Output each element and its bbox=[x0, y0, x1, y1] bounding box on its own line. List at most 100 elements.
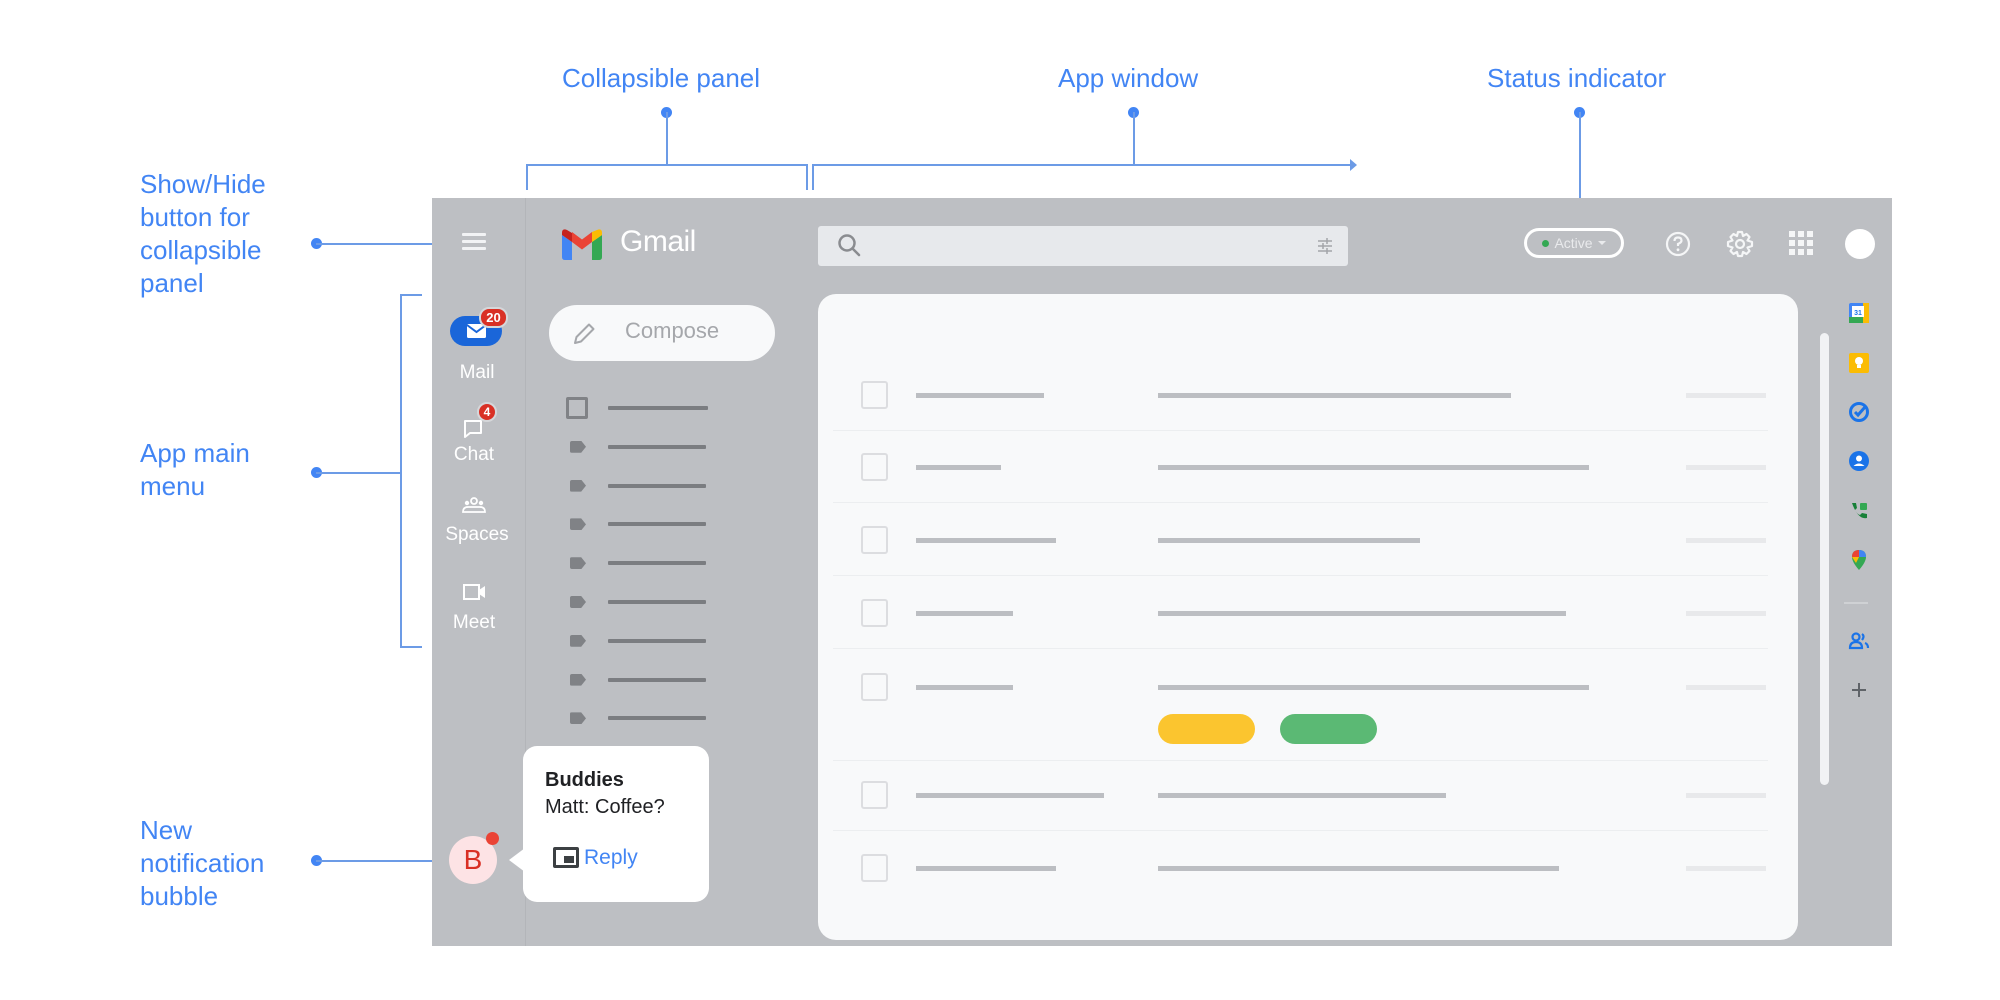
callout-line bbox=[316, 860, 442, 862]
rail-item-chat[interactable]: Chat bbox=[429, 444, 519, 466]
row-subject[interactable] bbox=[1158, 611, 1566, 616]
row-divider bbox=[833, 575, 1768, 576]
reply-button[interactable]: Reply bbox=[584, 846, 638, 870]
people-icon[interactable] bbox=[1848, 630, 1870, 652]
row-subject[interactable] bbox=[1158, 793, 1446, 798]
row-subject[interactable] bbox=[1158, 538, 1420, 543]
calendar-icon[interactable]: 31 bbox=[1848, 302, 1870, 324]
row-date bbox=[1686, 793, 1766, 798]
search-icon[interactable] bbox=[836, 232, 864, 260]
rail-item-mail[interactable]: Mail bbox=[432, 362, 522, 384]
search-input[interactable] bbox=[818, 226, 1348, 266]
nav-item[interactable] bbox=[608, 677, 706, 682]
filter-options-icon[interactable] bbox=[1318, 238, 1332, 254]
inbox-icon bbox=[566, 397, 588, 419]
label-chip[interactable] bbox=[1280, 714, 1377, 744]
row-checkbox[interactable] bbox=[861, 599, 888, 627]
callout-line bbox=[316, 472, 401, 474]
callout-line bbox=[666, 112, 668, 165]
notification-title: Buddies bbox=[545, 769, 624, 791]
nav-item[interactable] bbox=[608, 522, 706, 527]
compose-label: Compose bbox=[625, 318, 720, 343]
account-avatar[interactable] bbox=[1845, 229, 1875, 259]
bracket-main-menu bbox=[400, 294, 402, 648]
settings-gear-icon[interactable] bbox=[1725, 229, 1755, 259]
row-date bbox=[1686, 866, 1766, 871]
rail-item-meet[interactable]: Meet bbox=[429, 612, 519, 634]
maps-icon[interactable] bbox=[1848, 549, 1870, 571]
bracket-edge bbox=[526, 164, 528, 190]
nav-item[interactable] bbox=[608, 444, 706, 449]
svg-text:31: 31 bbox=[1854, 310, 1862, 317]
status-label: Active bbox=[1554, 235, 1593, 251]
callout-line bbox=[1133, 112, 1135, 165]
row-divider bbox=[833, 430, 1768, 431]
bracket-collapsible-panel bbox=[526, 164, 807, 166]
new-notification-dot bbox=[486, 832, 499, 845]
row-divider bbox=[833, 760, 1768, 761]
row-sender[interactable] bbox=[916, 793, 1104, 798]
mail-badge: 20 bbox=[479, 307, 508, 328]
google-apps-icon[interactable] bbox=[1789, 231, 1813, 255]
status-dot-icon bbox=[1542, 239, 1550, 247]
callout-line bbox=[316, 243, 442, 245]
row-checkbox[interactable] bbox=[861, 453, 888, 481]
callout-show-hide: Show/Hide button for collapsible panel bbox=[140, 169, 266, 298]
row-sender[interactable] bbox=[916, 866, 1056, 871]
bracket-edge bbox=[400, 646, 422, 648]
bracket-edge bbox=[812, 164, 814, 190]
callout-app-window: App window bbox=[1058, 63, 1199, 93]
app-name: Gmail bbox=[620, 225, 696, 258]
nav-item[interactable] bbox=[608, 406, 708, 410]
keep-icon[interactable] bbox=[1848, 352, 1870, 374]
chat-badge: 4 bbox=[477, 402, 497, 422]
row-sender[interactable] bbox=[916, 685, 1013, 690]
nav-item[interactable] bbox=[608, 483, 706, 488]
rail-item-spaces[interactable]: Spaces bbox=[432, 524, 522, 546]
mail-list-card bbox=[818, 294, 1798, 940]
side-panel-divider bbox=[1844, 602, 1868, 604]
spaces-icon[interactable] bbox=[462, 496, 486, 514]
nav-item[interactable] bbox=[608, 638, 706, 643]
status-indicator-button[interactable]: Active bbox=[1524, 228, 1624, 258]
menu-toggle-button[interactable] bbox=[462, 233, 486, 251]
row-date bbox=[1686, 465, 1766, 470]
notification-message: Matt: Coffee? bbox=[545, 796, 665, 818]
row-checkbox[interactable] bbox=[861, 854, 888, 882]
nav-item[interactable] bbox=[608, 600, 706, 604]
callout-app-main-menu: App main menu bbox=[140, 438, 250, 501]
row-checkbox[interactable] bbox=[861, 526, 888, 554]
voice-icon[interactable] bbox=[1848, 500, 1870, 522]
bracket-edge bbox=[806, 164, 808, 190]
contacts-icon[interactable] bbox=[1848, 450, 1870, 472]
callout-status-indicator: Status indicator bbox=[1487, 63, 1667, 93]
callout-line bbox=[1579, 112, 1581, 204]
tasks-icon[interactable] bbox=[1848, 401, 1870, 423]
row-date bbox=[1686, 538, 1766, 543]
gmail-logo-icon bbox=[562, 229, 602, 260]
nav-item[interactable] bbox=[608, 716, 706, 721]
row-sender[interactable] bbox=[916, 538, 1056, 543]
reply-popout-icon[interactable] bbox=[553, 847, 579, 868]
pencil-icon bbox=[574, 323, 595, 344]
add-icon[interactable] bbox=[1848, 679, 1870, 701]
nav-item[interactable] bbox=[608, 561, 706, 566]
label-chip[interactable] bbox=[1158, 714, 1255, 744]
row-divider bbox=[833, 502, 1768, 503]
row-checkbox[interactable] bbox=[861, 673, 888, 701]
callout-collapsible-panel: Collapsible panel bbox=[562, 63, 761, 93]
scrollbar[interactable] bbox=[1820, 333, 1829, 785]
row-subject[interactable] bbox=[1158, 866, 1559, 871]
video-camera-icon[interactable] bbox=[462, 582, 488, 602]
row-divider bbox=[833, 830, 1768, 831]
row-sender[interactable] bbox=[916, 611, 1013, 616]
row-checkbox[interactable] bbox=[861, 781, 888, 809]
row-subject[interactable] bbox=[1158, 685, 1589, 690]
row-sender[interactable] bbox=[916, 465, 1001, 470]
help-icon[interactable] bbox=[1664, 230, 1692, 258]
row-sender[interactable] bbox=[916, 393, 1044, 398]
row-subject[interactable] bbox=[1158, 465, 1589, 470]
row-date bbox=[1686, 393, 1766, 398]
row-checkbox[interactable] bbox=[861, 381, 888, 409]
row-subject[interactable] bbox=[1158, 393, 1511, 398]
